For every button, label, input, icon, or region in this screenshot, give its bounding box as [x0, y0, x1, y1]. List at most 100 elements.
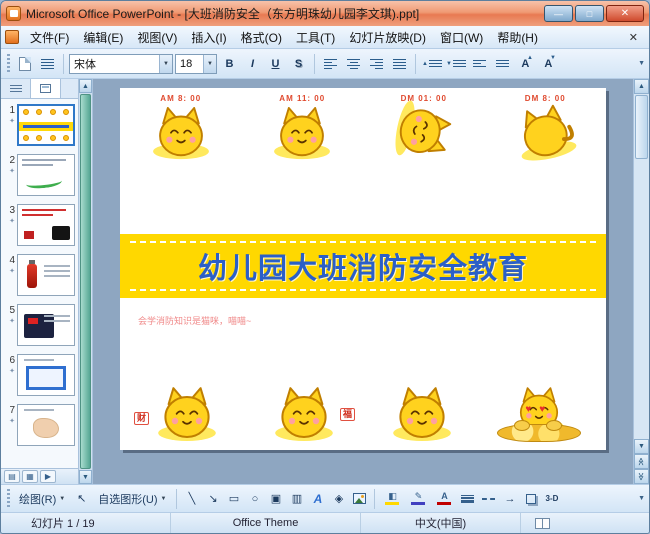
- autoshapes-menu-button[interactable]: 自选图形(U) ▼: [93, 488, 171, 509]
- slide-sorter-view-button[interactable]: ▦: [22, 470, 38, 483]
- previous-slide-button[interactable]: ≪: [634, 454, 649, 469]
- select-objects-button[interactable]: ↖: [72, 488, 91, 509]
- shadow-style-button[interactable]: [521, 488, 540, 509]
- three-d-style-button[interactable]: 3-D: [542, 488, 561, 509]
- triangle-down-icon: ▼: [549, 55, 556, 61]
- slide-thumbnail[interactable]: [17, 404, 75, 446]
- scrollbar-thumb[interactable]: [635, 95, 648, 159]
- cat-group: [363, 384, 481, 442]
- theme-name: Office Theme: [171, 513, 361, 533]
- animation-star-icon: ✦: [9, 218, 15, 225]
- cat-group: DM 8: 00: [485, 94, 607, 166]
- insert-picture-button[interactable]: [350, 488, 369, 509]
- scrollbar-thumb[interactable]: [80, 94, 91, 469]
- tab-outline[interactable]: [1, 79, 31, 98]
- slide-thumbnail[interactable]: [17, 204, 75, 246]
- slide-thumbnail[interactable]: [17, 304, 75, 346]
- line-tool-button[interactable]: ╲: [182, 488, 201, 509]
- menu-view[interactable]: 视图(V): [130, 27, 184, 48]
- new-slide-button[interactable]: [14, 53, 35, 74]
- close-button[interactable]: ✕: [606, 5, 644, 22]
- menu-tools[interactable]: 工具(T): [289, 27, 342, 48]
- toolbar-options-button[interactable]: ▼: [638, 495, 645, 502]
- scroll-down-button[interactable]: ▼: [79, 470, 92, 484]
- oval-tool-button[interactable]: ○: [245, 488, 264, 509]
- arrow-tool-button[interactable]: ↘: [203, 488, 222, 509]
- spellcheck-book-icon[interactable]: [535, 517, 550, 529]
- slide-design-button[interactable]: [37, 53, 58, 74]
- numbered-list-button[interactable]: [469, 53, 490, 74]
- line-color-button[interactable]: ✎: [406, 488, 430, 509]
- thumbnail-art: [19, 122, 73, 131]
- toolbar-drag-handle[interactable]: [7, 53, 10, 74]
- bullet-list-button[interactable]: [492, 53, 513, 74]
- list-item: 3 ✦: [2, 204, 77, 246]
- menu-slideshow[interactable]: 幻灯片放映(D): [342, 27, 433, 48]
- slideshow-button[interactable]: ▶: [40, 470, 56, 483]
- tab-slides[interactable]: [31, 79, 61, 98]
- cat-image-cheering: [391, 387, 452, 442]
- vertical-text-box-button[interactable]: ▥: [287, 488, 306, 509]
- menu-window[interactable]: 窗口(W): [433, 27, 490, 48]
- align-left-button[interactable]: [320, 53, 341, 74]
- menu-help[interactable]: 帮助(H): [490, 27, 545, 48]
- animation-star-icon: ✦: [9, 168, 15, 175]
- maximize-button[interactable]: □: [575, 5, 604, 22]
- slide-thumbnail[interactable]: [17, 354, 75, 396]
- minimize-button[interactable]: —: [544, 5, 573, 22]
- scrollbar-track[interactable]: [634, 160, 649, 439]
- underline-button[interactable]: U: [265, 53, 286, 74]
- text-shadow-button[interactable]: S: [288, 53, 309, 74]
- dash-style-button[interactable]: [479, 488, 498, 509]
- draw-menu-button[interactable]: 绘图(R) ▼: [14, 488, 70, 509]
- align-left-icon: [324, 58, 337, 69]
- line-spacing-increase-button[interactable]: ▲: [421, 53, 443, 74]
- bold-icon: B: [225, 57, 234, 70]
- arrow-style-button[interactable]: →: [500, 488, 519, 509]
- chevron-down-icon[interactable]: ▼: [159, 54, 172, 73]
- slide-thumbnail[interactable]: [17, 154, 75, 196]
- slide-canvas[interactable]: AM 8: 00 AM 11: 00 DM 01: 00 DM 8: 00 幼儿…: [120, 88, 606, 450]
- toolbar-options-button[interactable]: ▼: [638, 60, 645, 67]
- main-area: 1 ✦ 2 ✦ 3 ✦ 4 ✦ 5 ✦ 6 ✦ 7 ✦ ▤ ▦ ▶ ▲ ▼ AM…: [1, 79, 649, 484]
- align-center-button[interactable]: [343, 53, 364, 74]
- slide-thumbnail[interactable]: [17, 104, 75, 146]
- chevron-down-icon[interactable]: ▼: [203, 54, 216, 73]
- line-style-button[interactable]: [458, 488, 477, 509]
- scroll-up-button[interactable]: ▲: [79, 79, 92, 93]
- font-name-select[interactable]: 宋体 ▼: [69, 53, 173, 74]
- slide-editor-area: AM 8: 00 AM 11: 00 DM 01: 00 DM 8: 00 幼儿…: [93, 79, 633, 484]
- menu-file[interactable]: 文件(F): [23, 27, 76, 48]
- increase-font-button[interactable]: A ▲: [515, 53, 536, 74]
- time-label: AM 8: 00: [160, 94, 202, 103]
- normal-view-button[interactable]: ▤: [4, 470, 20, 483]
- language-indicator[interactable]: 中文(中国): [361, 513, 521, 533]
- text-box-button[interactable]: ▣: [266, 488, 285, 509]
- menu-insert[interactable]: 插入(I): [184, 27, 233, 48]
- numbered-list-icon: [472, 60, 486, 67]
- menu-format[interactable]: 格式(O): [234, 27, 289, 48]
- scroll-down-button[interactable]: ▼: [634, 439, 649, 454]
- next-slide-button[interactable]: ≫: [634, 469, 649, 484]
- diagram-button[interactable]: ◈: [329, 488, 348, 509]
- thumbnail-list: 1 ✦ 2 ✦ 3 ✦ 4 ✦ 5 ✦ 6 ✦ 7 ✦: [1, 99, 78, 468]
- bold-button[interactable]: B: [219, 53, 240, 74]
- separator: [415, 53, 416, 74]
- slide-number-label: 1: [9, 105, 15, 116]
- menu-close-icon[interactable]: ✕: [622, 30, 645, 45]
- distribute-button[interactable]: [389, 53, 410, 74]
- fill-color-button[interactable]: ◧: [380, 488, 404, 509]
- line-spacing-decrease-button[interactable]: ▼: [445, 53, 467, 74]
- font-color-button[interactable]: A: [432, 488, 456, 509]
- italic-button[interactable]: I: [242, 53, 263, 74]
- triangle-down-icon: ▼: [445, 60, 452, 67]
- font-size-select[interactable]: 18 ▼: [175, 53, 217, 74]
- align-right-button[interactable]: [366, 53, 387, 74]
- toolbar-drag-handle[interactable]: [7, 488, 10, 509]
- scroll-up-button[interactable]: ▲: [634, 79, 649, 94]
- rectangle-tool-button[interactable]: ▭: [224, 488, 243, 509]
- wordart-button[interactable]: A: [308, 488, 327, 509]
- menu-edit[interactable]: 编辑(E): [76, 27, 130, 48]
- decrease-font-button[interactable]: A ▼: [538, 53, 559, 74]
- slide-thumbnail[interactable]: [17, 254, 75, 296]
